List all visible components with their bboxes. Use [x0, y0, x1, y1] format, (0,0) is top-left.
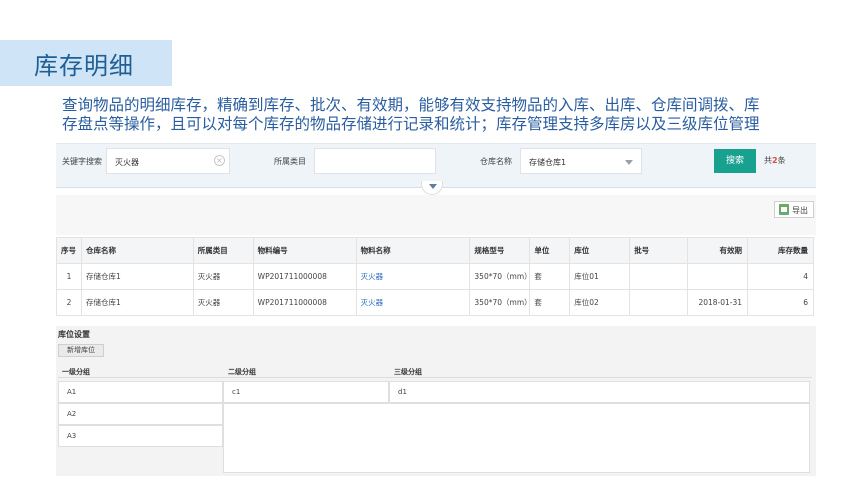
export-label: 导出 [792, 206, 808, 215]
col-header: 序号 [56, 237, 82, 264]
caret-down-icon [429, 184, 437, 189]
keyword-input[interactable]: 灭火器 × [106, 148, 230, 174]
col-header: 物料编号 [252, 237, 357, 264]
location-header-row: 一级分组 二级分组 三级分组 [58, 364, 812, 378]
cell-location: 库位01 [569, 263, 631, 290]
excel-export-icon [779, 204, 789, 215]
total-count: 共2条 [764, 155, 786, 166]
category-label: 所属类目 [274, 157, 306, 166]
cell-quantity: 4 [747, 263, 814, 290]
cell-expiry: 2018-01-31 [687, 289, 749, 316]
level2-header: 二级分组 [228, 368, 256, 376]
table-row[interactable]: 1 存储仓库1 灭火器 WP201711000008 灭火器 350*70（mm… [56, 263, 814, 290]
cell-category: 灭火器 [192, 263, 254, 290]
location-settings-panel: 库位设置 新增库位 一级分组 二级分组 三级分组 A1 A2 A3 c1 d1 [56, 326, 816, 476]
cell-unit: 套 [529, 263, 571, 290]
slide-title: 库存明细 [34, 51, 134, 80]
cell-index: 2 [56, 289, 82, 316]
table-header-row: 序号 仓库名称 所属类目 物料编号 物料名称 规格型号 单位 库位 批号 有效期… [56, 237, 814, 264]
col-header: 物料名称 [355, 237, 471, 264]
col-header: 库存数量 [747, 237, 814, 264]
slide: 库存明细 查询物品的明细库存，精确到库存、批次、有效期，能够有效支持物品的入库、… [0, 0, 860, 484]
cell-category: 灭火器 [192, 289, 254, 316]
cell-batch [629, 289, 689, 316]
warehouse-label: 仓库名称 [480, 157, 512, 166]
col-header: 库位 [569, 237, 631, 264]
col-header: 单位 [529, 237, 571, 264]
level1-item[interactable]: A3 [58, 425, 223, 447]
inventory-app: 关键字搜索 灭火器 × 所属类目 仓库名称 存储仓库1 搜索 共2条 导出 序号… [56, 143, 816, 476]
total-suffix: 条 [777, 156, 786, 165]
col-header: 有效期 [687, 237, 749, 264]
cell-expiry [687, 263, 749, 290]
cell-material-code: WP201711000008 [252, 289, 357, 316]
level2-item[interactable]: c1 [223, 381, 389, 403]
keyword-label: 关键字搜索 [62, 157, 102, 166]
col-header: 所属类目 [192, 237, 254, 264]
col-header: 批号 [629, 237, 689, 264]
cell-unit: 套 [529, 289, 571, 316]
location-settings-title: 库位设置 [58, 330, 90, 339]
level1-item[interactable]: A1 [58, 381, 223, 403]
keyword-value: 灭火器 [115, 158, 139, 167]
inventory-table: 序号 仓库名称 所属类目 物料编号 物料名称 规格型号 单位 库位 批号 有效期… [56, 237, 814, 316]
description-line-2: 存盘点等操作，且可以对每个库存的物品存储进行记录和统计；库存管理支持多库房以及三… [62, 115, 760, 133]
toolbar-area [56, 195, 816, 235]
warehouse-select[interactable]: 存储仓库1 [520, 148, 642, 174]
total-prefix: 共 [764, 156, 772, 165]
slide-title-bar: 库存明细 [0, 40, 172, 86]
export-button[interactable]: 导出 [774, 201, 814, 218]
cell-warehouse: 存储仓库1 [80, 263, 194, 290]
cell-batch [629, 263, 689, 290]
level1-item[interactable]: A2 [58, 403, 223, 425]
col-header: 规格型号 [469, 237, 531, 264]
level3-header: 三级分组 [394, 368, 422, 376]
material-name-link[interactable]: 灭火器 [355, 289, 471, 316]
category-input[interactable] [314, 148, 436, 174]
clear-icon[interactable]: × [214, 155, 225, 166]
material-name-link[interactable]: 灭火器 [355, 263, 471, 290]
col-header: 仓库名称 [80, 237, 194, 264]
new-location-button[interactable]: 新增库位 [58, 344, 104, 357]
chevron-down-icon [625, 160, 633, 165]
cell-material-code: WP201711000008 [252, 263, 357, 290]
cell-spec: 350*70（mm） [469, 263, 532, 290]
collapse-toggle[interactable] [421, 181, 443, 195]
cell-spec: 350*70（mm） [469, 289, 532, 316]
level3-item[interactable]: d1 [389, 381, 810, 403]
table-row[interactable]: 2 存储仓库1 灭火器 WP201711000008 灭火器 350*70（mm… [56, 289, 814, 316]
warehouse-value: 存储仓库1 [529, 158, 567, 167]
cell-index: 1 [56, 263, 82, 290]
level2-blank-area [223, 403, 810, 473]
cell-location: 库位02 [569, 289, 631, 316]
level1-header: 一级分组 [62, 368, 90, 376]
slide-description: 查询物品的明细库存，精确到库存、批次、有效期，能够有效支持物品的入库、出库、仓库… [62, 96, 802, 134]
search-button[interactable]: 搜索 [714, 149, 756, 173]
description-line-1: 查询物品的明细库存，精确到库存、批次、有效期，能够有效支持物品的入库、出库、仓库… [62, 96, 760, 114]
cell-quantity: 6 [747, 289, 814, 316]
cell-warehouse: 存储仓库1 [80, 289, 194, 316]
